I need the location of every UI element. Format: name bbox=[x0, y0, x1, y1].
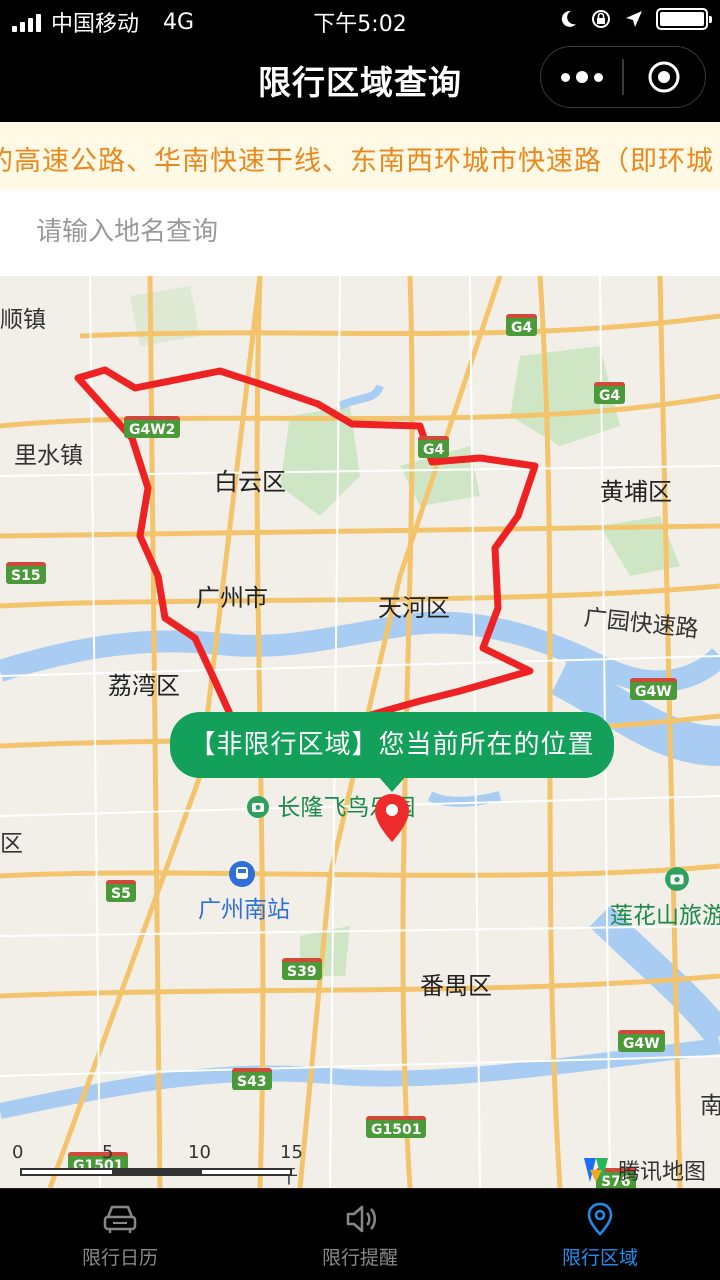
camera-poi-icon bbox=[247, 796, 269, 818]
search-input[interactable] bbox=[36, 210, 676, 254]
road-shield: S39 bbox=[282, 958, 322, 980]
rotation-lock-icon bbox=[592, 10, 610, 28]
scale-0: 0 bbox=[12, 1142, 24, 1163]
map-view[interactable]: 顺镇 里水镇 白云区 黄埔区 广州市 天河区 广园快速路 荔湾区 区 长隆飞鸟乐… bbox=[0, 276, 720, 1188]
station-icon-wrap bbox=[228, 860, 256, 894]
scenic-icon-wrap bbox=[664, 866, 690, 898]
moon-icon bbox=[561, 10, 576, 27]
dot-icon bbox=[575, 71, 588, 83]
road-shield: S15 bbox=[6, 562, 46, 584]
scale-15: 15 千米 bbox=[280, 1142, 303, 1188]
map-provider-name: 腾讯地图 bbox=[617, 1160, 706, 1185]
place-label: 里水镇 bbox=[14, 443, 83, 469]
place-label: 莲花山旅游 bbox=[610, 903, 720, 929]
place-label: 白云区 bbox=[214, 468, 286, 496]
close-miniprogram-button[interactable] bbox=[624, 47, 705, 107]
road-shield: S5 bbox=[106, 880, 136, 902]
scale-bar bbox=[20, 1168, 292, 1176]
place-label: 番禺区 bbox=[420, 972, 492, 1000]
tab-bar: 限行日历 限行提醒 限行区域 bbox=[0, 1188, 720, 1280]
battery-icon bbox=[656, 8, 712, 30]
navigation-bar: 限行区域查询 bbox=[0, 40, 720, 122]
search-bar bbox=[0, 190, 720, 276]
location-arrow-icon bbox=[626, 11, 642, 27]
scale-5: 5 bbox=[102, 1142, 114, 1163]
dot-icon bbox=[560, 72, 570, 82]
scale-10: 10 bbox=[188, 1142, 211, 1163]
car-icon bbox=[103, 1205, 137, 1233]
road-shield: G1501 bbox=[366, 1116, 427, 1138]
place-label: 黄埔区 bbox=[600, 478, 672, 506]
place-label: 荔湾区 bbox=[108, 672, 180, 700]
road-shield: G4 bbox=[418, 436, 450, 458]
map-scale: 0 5 10 15 千米 bbox=[12, 1142, 303, 1188]
map-provider-logo: 腾讯地图 bbox=[580, 1154, 706, 1186]
place-label: 广州南站 bbox=[198, 897, 290, 923]
road-shield: G4W bbox=[618, 1030, 665, 1052]
location-pin-icon bbox=[587, 1202, 613, 1236]
speaker-icon bbox=[346, 1205, 376, 1232]
road-shield: S43 bbox=[232, 1068, 272, 1090]
place-label: 天河区 bbox=[378, 594, 450, 622]
location-pin-icon bbox=[375, 794, 409, 842]
place-label: 南 bbox=[700, 1093, 720, 1119]
more-button[interactable] bbox=[541, 47, 622, 107]
place-label: 区 bbox=[0, 831, 23, 857]
tab-restriction-reminder[interactable]: 限行提醒 bbox=[240, 1189, 480, 1280]
tab-label: 限行区域 bbox=[561, 1246, 638, 1269]
road-shield: G4W2 bbox=[124, 416, 181, 438]
location-tooltip: 【非限行区域】您当前所在的位置 bbox=[170, 712, 614, 792]
status-bar: 中国移动 4G 下午5:02 bbox=[0, 0, 720, 40]
target-close-icon bbox=[648, 61, 680, 93]
place-label: 广州市 bbox=[196, 584, 268, 612]
notice-marquee: 的高速公路、华南快速干线、东南西环城市快速路（即环城 bbox=[0, 122, 720, 190]
tencent-map-logo-icon bbox=[583, 1158, 608, 1182]
dot-icon bbox=[593, 72, 603, 82]
tab-restriction-area[interactable]: 限行区域 bbox=[480, 1189, 720, 1280]
status-right bbox=[558, 8, 712, 30]
miniprogram-capsule bbox=[540, 46, 706, 108]
notice-text: 的高速公路、华南快速干线、东南西环城市快速路（即环城 bbox=[0, 146, 714, 177]
place-label: 顺镇 bbox=[0, 307, 46, 333]
tab-label: 限行日历 bbox=[81, 1246, 158, 1269]
tab-restriction-calendar[interactable]: 限行日历 bbox=[0, 1189, 240, 1280]
tab-label: 限行提醒 bbox=[321, 1246, 398, 1269]
road-shield: G4 bbox=[506, 314, 538, 336]
road-shield: G4W bbox=[630, 678, 677, 700]
train-station-icon bbox=[229, 861, 255, 887]
camera-poi-icon bbox=[665, 867, 689, 891]
road-shield: G4 bbox=[594, 382, 626, 404]
